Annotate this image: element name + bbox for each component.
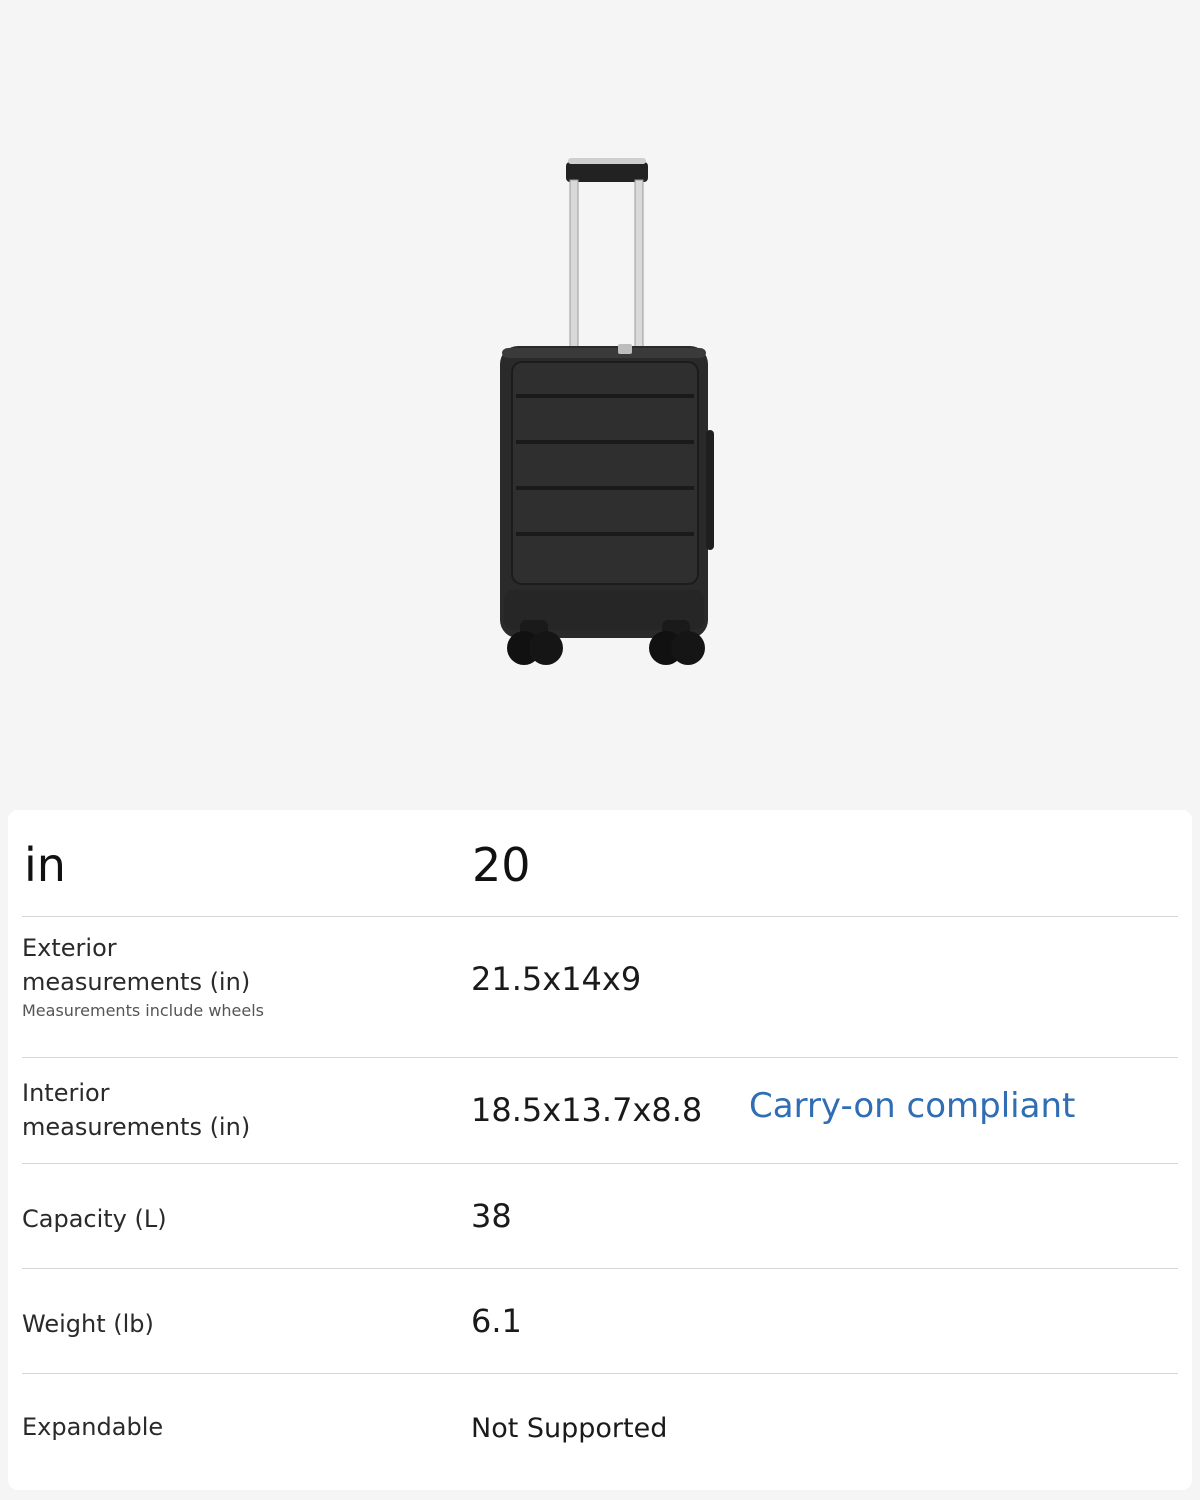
unit-label: in [24,838,66,892]
spec-label: Expandable [22,1413,164,1441]
spec-label: Exterior measurements (in) Measurements … [22,931,264,1023]
spec-value: 38 [471,1197,512,1235]
suitcase-icon [500,158,714,665]
product-image-area [0,0,1200,800]
spec-row-capacity: Capacity (L) 38 [22,1164,1178,1269]
spec-card: in 20 Exterior measurements (in) Measure… [8,810,1192,1490]
spec-row-interior: Interior measurements (in) 18.5x13.7x8.8… [22,1058,1178,1164]
spec-row-exterior: Exterior measurements (in) Measurements … [22,917,1178,1058]
spec-sublabel: Measurements include wheels [22,1001,265,1020]
spec-value: 21.5x14x9 [471,960,642,998]
spec-label-line2: measurements (in) [22,968,251,996]
spec-value: 6.1 [471,1302,522,1340]
spec-row-expandable: Expandable Not Supported [22,1374,1178,1484]
size-value: 20 [472,838,531,892]
spec-row-weight: Weight (lb) 6.1 [22,1269,1178,1374]
spec-value: Not Supported [471,1413,668,1444]
spec-label: Interior measurements (in) [22,1076,250,1144]
spec-label: Weight (lb) [22,1310,154,1338]
spec-label-line1: Exterior [22,934,117,962]
spec-label-line2: measurements (in) [22,1113,251,1141]
spec-value: 18.5x13.7x8.8 [471,1091,703,1129]
spec-label: Capacity (L) [22,1205,167,1233]
spec-label-line1: Interior [22,1079,110,1107]
spec-header-row: in 20 [22,810,1178,917]
carry-on-compliant-link[interactable]: Carry-on compliant [749,1086,1075,1126]
